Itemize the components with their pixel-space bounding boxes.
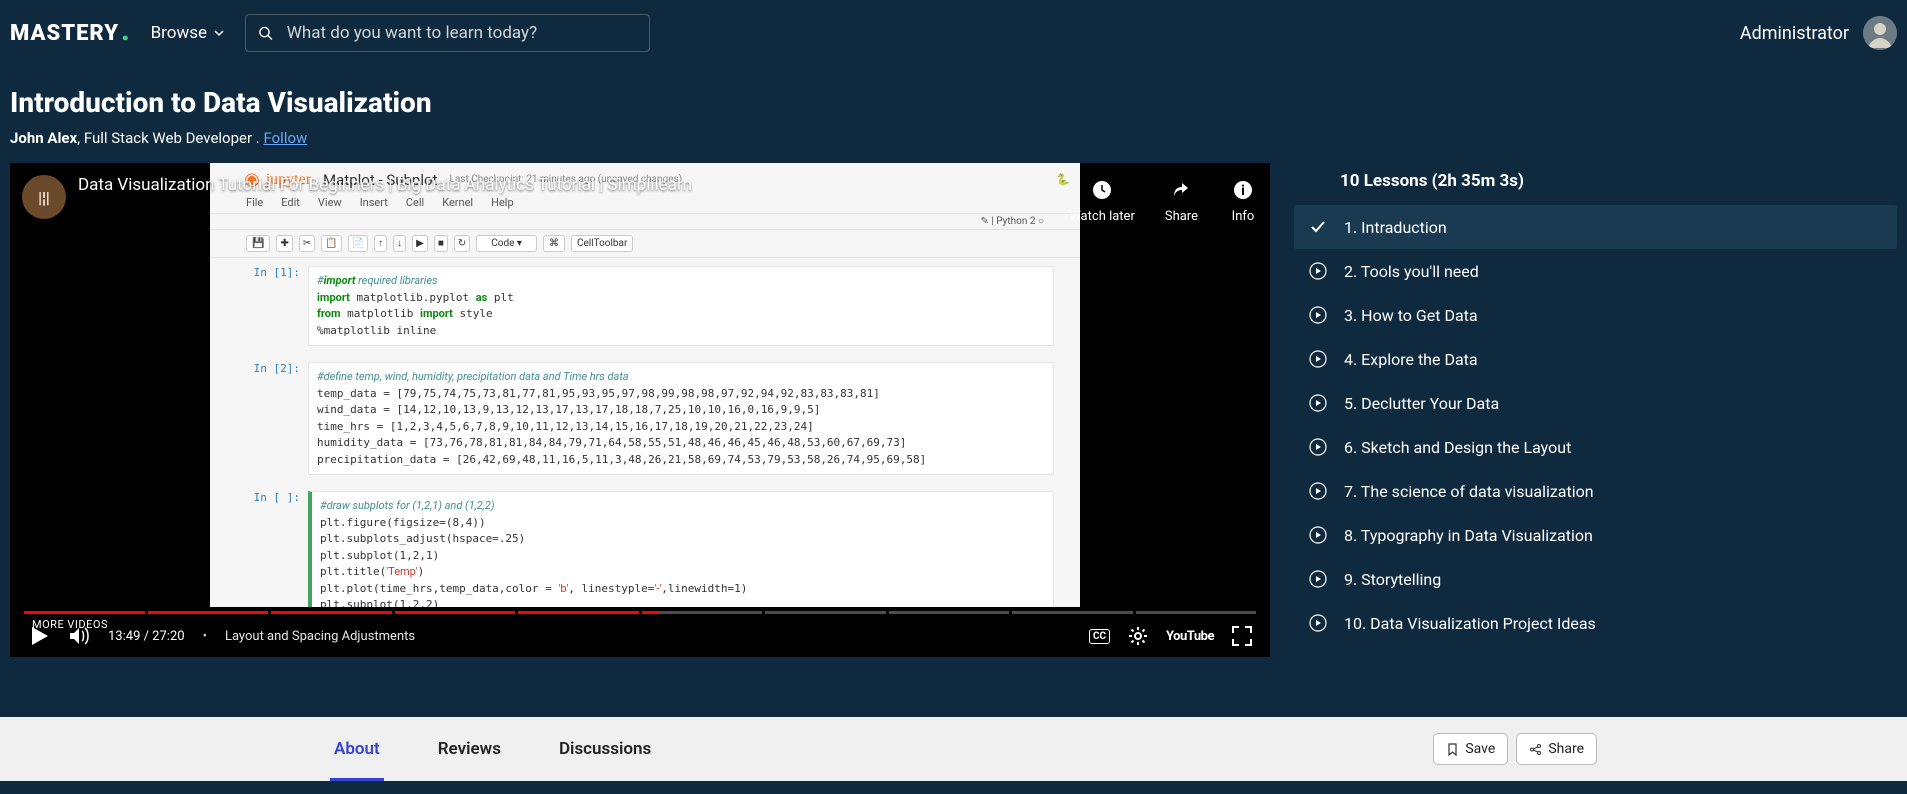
fullscreen-button[interactable] [1232,626,1252,646]
tab-discussions[interactable]: Discussions [555,717,655,781]
lesson-label: 9. Storytelling [1344,570,1441,589]
author-role: , Full Stack Web Developer . [77,129,263,147]
lesson-label: 5. Declutter Your Data [1344,394,1499,413]
course-title: Introduction to Data Visualization [10,86,1897,119]
lesson-item-10[interactable]: 10. Data Visualization Project Ideas [1294,601,1897,645]
captions-button[interactable]: CC [1089,629,1110,644]
user-role-label: Administrator [1740,23,1849,44]
author-line: John Alex, Full Stack Web Developer . Fo… [10,129,1897,147]
avatar[interactable] [1863,16,1897,50]
play-circle-icon [1308,481,1328,501]
watch-later-button[interactable]: Watch later [1069,175,1135,224]
lessons-heading: 10 Lessons (2h 35m 3s) [1340,171,1897,191]
search-box[interactable] [245,14,650,52]
share-course-button[interactable]: Share [1516,733,1597,765]
play-circle-icon [1308,525,1328,545]
tab-reviews[interactable]: Reviews [434,717,505,781]
info-icon: i [1233,180,1253,200]
follow-link[interactable]: Follow [263,129,307,147]
lesson-label: 7. The science of data visualization [1344,482,1594,501]
video-title: Data Visualization Tutorial For Beginner… [78,175,692,195]
share-button[interactable]: Share [1165,175,1198,224]
play-circle-icon [1308,393,1328,413]
lesson-label: 6. Sketch and Design the Layout [1344,438,1571,457]
volume-button[interactable] [68,625,90,647]
lesson-item-1[interactable]: 1. Intraduction [1294,205,1897,249]
info-button[interactable]: iInfo [1228,175,1258,224]
lesson-item-4[interactable]: 4. Explore the Data [1294,337,1897,381]
lesson-label: 2. Tools you'll need [1344,262,1479,281]
youtube-button[interactable]: YouTube [1166,629,1214,644]
lesson-item-5[interactable]: 5. Declutter Your Data [1294,381,1897,425]
lesson-label: 8. Typography in Data Visualization [1344,526,1593,545]
lesson-label: 10. Data Visualization Project Ideas [1344,614,1596,633]
lesson-label: 4. Explore the Data [1344,350,1478,369]
lesson-item-6[interactable]: 6. Sketch and Design the Layout [1294,425,1897,469]
time-display: 13:49 / 27:20 [108,629,185,644]
course-header: Introduction to Data Visualization John … [0,66,1907,163]
gear-icon [1128,626,1148,646]
channel-icon[interactable]: |¦| [22,175,66,219]
play-circle-icon [1308,437,1328,457]
check-icon [1308,217,1328,237]
chevron-down-icon [213,27,225,39]
search-icon [258,25,273,41]
lesson-item-8[interactable]: 8. Typography in Data Visualization [1294,513,1897,557]
browse-label: Browse [151,23,207,43]
search-input[interactable] [287,23,637,43]
settings-button[interactable] [1128,626,1148,646]
share-icon [1529,743,1542,756]
lesson-item-9[interactable]: 9. Storytelling [1294,557,1897,601]
top-header: MASTERY. Browse Administrator [0,0,1907,66]
author-name: John Alex [10,129,77,147]
lesson-item-7[interactable]: 7. The science of data visualization [1294,469,1897,513]
play-button[interactable] [28,625,50,647]
lesson-label: 3. How to Get Data [1344,306,1478,325]
play-circle-icon [1308,613,1328,633]
play-circle-icon [1308,569,1328,589]
clock-icon [1092,180,1112,200]
play-circle-icon [1308,261,1328,281]
browse-menu[interactable]: Browse [151,23,225,43]
chapter-label[interactable]: Layout and Spacing Adjustments [225,629,415,644]
svg-text:i: i [1241,183,1245,199]
lesson-label: 1. Intraduction [1344,218,1447,237]
player-controls: 13:49 / 27:20 • Layout and Spacing Adjus… [10,615,1270,657]
play-circle-icon [1308,349,1328,369]
lesson-item-3[interactable]: 3. How to Get Data [1294,293,1897,337]
share-icon [1171,180,1191,200]
play-circle-icon [1308,305,1328,325]
bookmark-icon [1446,743,1459,756]
tabs-row: About Reviews Discussions Save Share [0,717,1907,781]
lesson-item-2[interactable]: 2. Tools you'll need [1294,249,1897,293]
lesson-panel: 10 Lessons (2h 35m 3s) 1. Intraduction 2.… [1294,163,1897,657]
tab-about[interactable]: About [330,717,384,781]
save-button[interactable]: Save [1433,733,1508,765]
video-player[interactable]: ◉ jupyter Matplot - Subplot Last Checkpo… [10,163,1270,657]
logo[interactable]: MASTERY. [10,21,131,46]
progress-bar[interactable] [24,611,1256,614]
